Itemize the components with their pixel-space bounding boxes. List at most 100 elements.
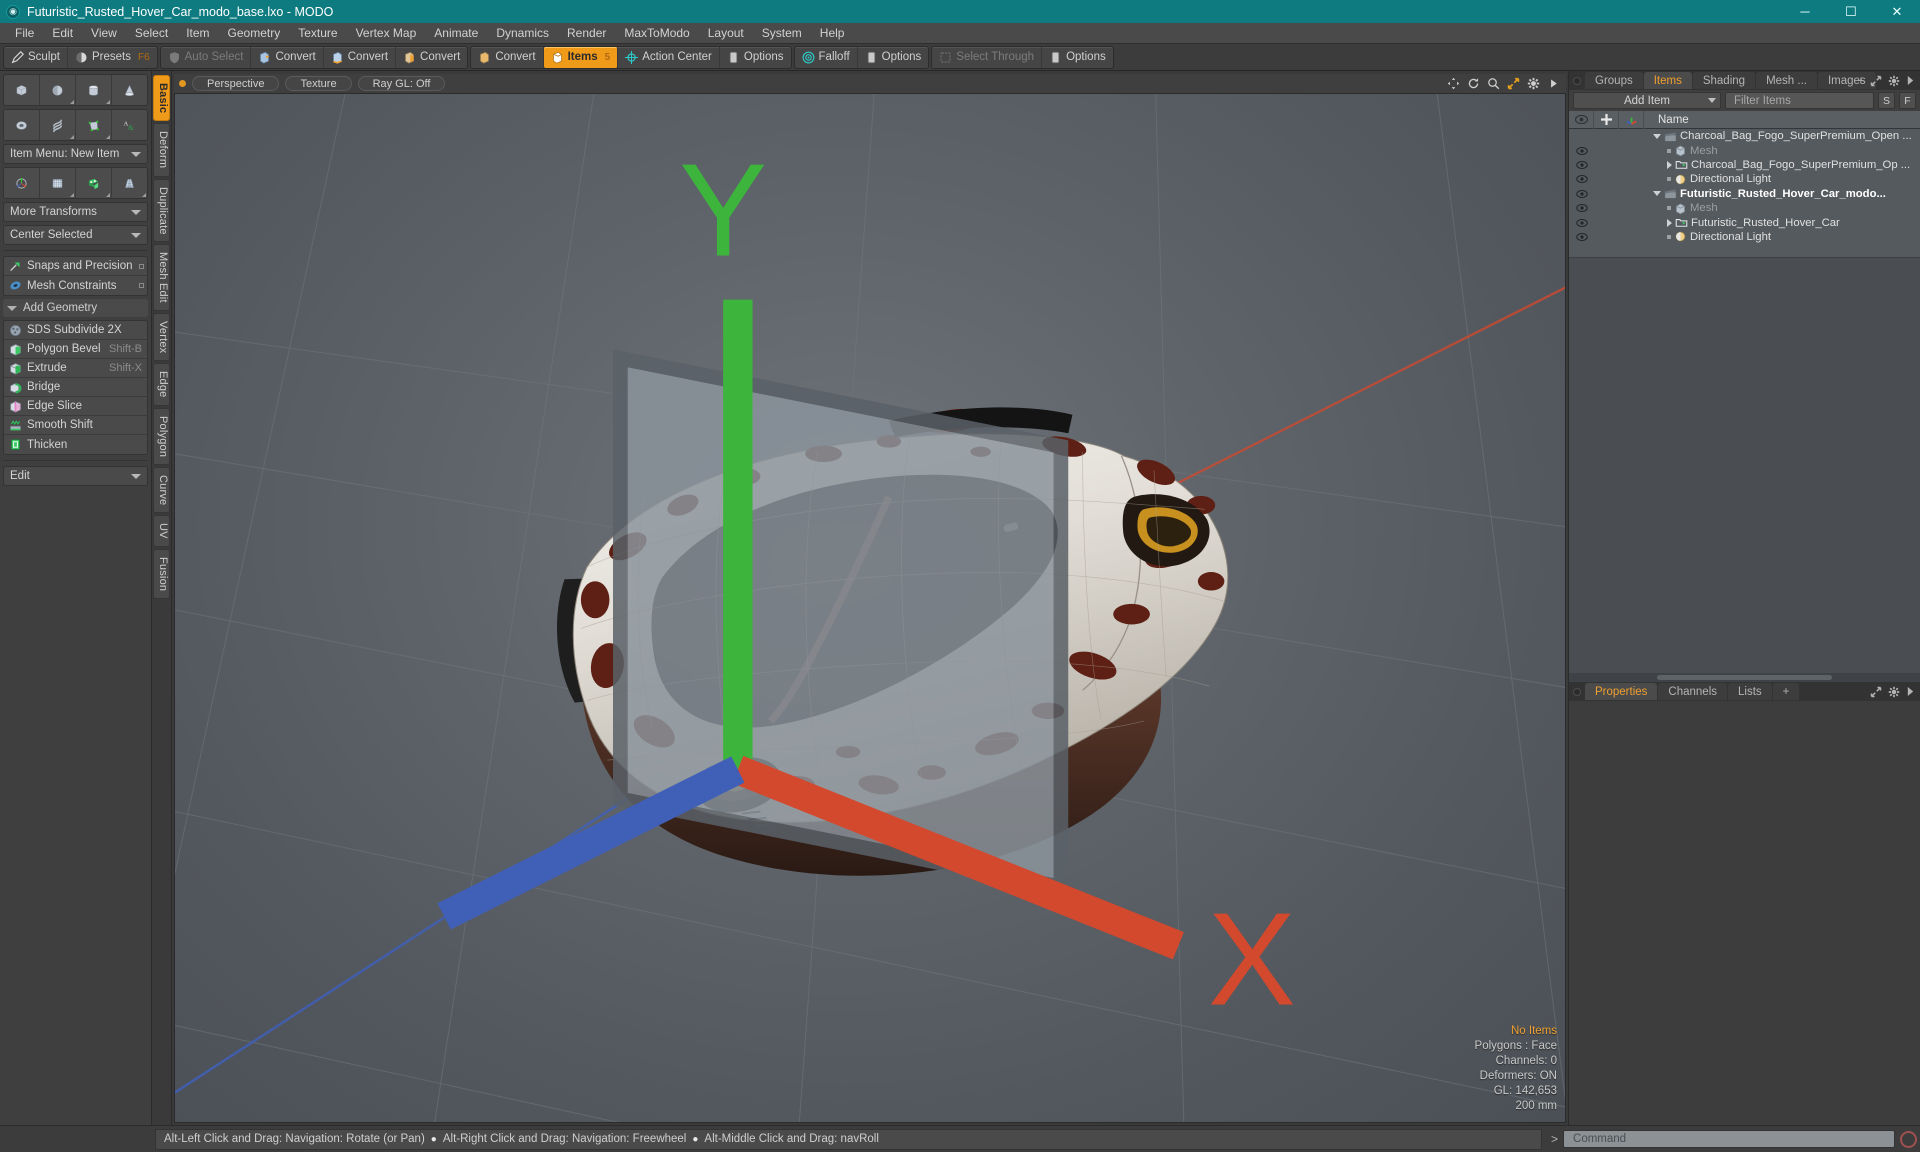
viewport-settings-gear-icon[interactable] <box>1527 77 1540 90</box>
panel-handle-icon[interactable] <box>1573 687 1581 696</box>
viewport-view-mode[interactable]: Perspective <box>192 76 280 91</box>
rotate-viewport-icon[interactable] <box>1467 77 1480 90</box>
panel-more-arrow-icon[interactable] <box>1906 75 1915 86</box>
cylinder-primitive-icon[interactable] <box>76 75 112 105</box>
add-geometry-section-header[interactable]: Add Geometry <box>3 299 148 317</box>
panel-settings-gear-icon[interactable] <box>1888 686 1900 698</box>
toolbar-convert-button[interactable]: Convert <box>324 46 397 68</box>
row-lock-cell[interactable] <box>1594 187 1619 201</box>
center-selected-dropdown[interactable]: Center Selected <box>3 225 148 245</box>
toggle-snaps-and-precision[interactable]: Snaps and Precision <box>4 257 147 276</box>
tab-mesh[interactable]: Mesh ... <box>1756 72 1817 89</box>
menu-item-geometry[interactable]: Geometry <box>219 23 290 44</box>
filter-s-button[interactable]: S <box>1878 92 1895 109</box>
panel-settings-gear-icon[interactable] <box>1888 75 1900 87</box>
transform-gizmo-icon[interactable] <box>4 168 40 198</box>
panel-more-arrow-icon[interactable] <box>1906 686 1915 697</box>
panel-handle-icon[interactable] <box>1573 76 1581 85</box>
tree-row[interactable]: Futuristic_Rusted_Hover_Car <box>1569 215 1920 229</box>
tab-lists[interactable]: Lists <box>1728 683 1772 700</box>
menu-item-item[interactable]: Item <box>177 23 218 44</box>
tree-row[interactable]: Directional Light <box>1569 230 1920 244</box>
tool-edge-slice[interactable]: Edge Slice <box>4 397 147 416</box>
torus-primitive-icon[interactable] <box>4 110 40 140</box>
fit-panel-icon[interactable] <box>1870 686 1882 698</box>
row-lock-cell[interactable] <box>1594 215 1619 229</box>
tab-properties[interactable]: Properties <box>1585 683 1658 700</box>
toolbar-options-button[interactable]: Options <box>858 47 929 68</box>
toolbar-items-button[interactable]: Items 5 <box>543 46 619 68</box>
row-axis-cell[interactable] <box>1619 158 1644 172</box>
row-visibility-toggle[interactable] <box>1569 230 1594 244</box>
vtab-deform[interactable]: Deform <box>153 123 170 177</box>
viewport-axis-gizmo[interactable]: Y X <box>175 94 1565 1122</box>
tool-polygon-bevel[interactable]: Polygon Bevel Shift-B <box>4 340 147 359</box>
tool-sds-subdivide-2x[interactable]: SDS Subdivide 2X <box>4 321 147 340</box>
menu-item-file[interactable]: File <box>6 23 43 44</box>
toolbar-options-button[interactable]: Options <box>1042 47 1113 68</box>
viewport-3d-canvas[interactable]: Y X No Items Polygons : Face Channels: 0… <box>174 93 1566 1123</box>
row-lock-cell[interactable] <box>1594 230 1619 244</box>
toolbar-presets-button[interactable]: Presets F6 <box>68 47 157 68</box>
close-button[interactable]: ✕ <box>1874 0 1920 23</box>
toolbar-falloff-button[interactable]: Falloff <box>795 46 858 68</box>
command-input[interactable]: Command <box>1563 1130 1895 1148</box>
tree-collapse-icon[interactable] <box>1667 160 1672 169</box>
filter-items-input[interactable]: Filter Items <box>1724 92 1874 109</box>
fit-panel-icon[interactable] <box>1870 75 1882 87</box>
menu-item-vertex-map[interactable]: Vertex Map <box>347 23 426 44</box>
tab-shading[interactable]: Shading <box>1692 72 1756 89</box>
tab-channels[interactable]: Channels <box>1658 683 1728 700</box>
vtab-uv[interactable]: UV <box>153 515 170 548</box>
row-axis-cell[interactable] <box>1619 172 1644 186</box>
more-transforms-dropdown[interactable]: More Transforms <box>3 202 148 222</box>
menu-item-dynamics[interactable]: Dynamics <box>487 23 558 44</box>
row-axis-cell[interactable] <box>1619 215 1644 229</box>
tree-row[interactable]: Charcoal_Bag_Fogo_SuperPremium_Open ... <box>1569 129 1920 143</box>
tree-row[interactable]: Directional Light <box>1569 172 1920 186</box>
vtab-edge[interactable]: Edge <box>153 363 170 406</box>
viewport-raygl-toggle[interactable]: Ray GL: Off <box>357 76 446 91</box>
toolbar-sculpt-button[interactable]: Sculpt <box>4 46 68 68</box>
row-visibility-toggle[interactable] <box>1569 158 1594 172</box>
maximize-button[interactable]: ☐ <box>1828 0 1874 23</box>
row-axis-cell[interactable] <box>1619 129 1644 143</box>
menu-item-texture[interactable]: Texture <box>289 23 346 44</box>
row-visibility-toggle[interactable] <box>1569 201 1594 215</box>
menu-item-help[interactable]: Help <box>811 23 854 44</box>
taper-icon[interactable] <box>112 168 147 198</box>
tool-bridge[interactable]: Bridge <box>4 378 147 397</box>
text-tool-icon[interactable]: A & <box>112 110 147 140</box>
item-tree[interactable]: Charcoal_Bag_Fogo_SuperPremium_Open ... M… <box>1569 129 1920 257</box>
tree-horizontal-scrollbar[interactable] <box>1569 673 1920 682</box>
tree-row[interactable]: Mesh <box>1569 201 1920 215</box>
bend-grid-icon[interactable] <box>40 168 76 198</box>
toolbar-convert-button[interactable]: Convert <box>251 46 324 68</box>
add-item-button[interactable]: Add Item <box>1573 92 1721 109</box>
tool-smooth-shift[interactable]: Smooth Shift <box>4 416 147 435</box>
viewport-more-arrow-icon[interactable] <box>1547 77 1560 90</box>
checker-deform-icon[interactable] <box>76 168 112 198</box>
row-axis-cell[interactable] <box>1619 143 1644 157</box>
filter-f-button[interactable]: F <box>1899 92 1916 109</box>
row-visibility-toggle[interactable] <box>1569 129 1594 143</box>
row-visibility-toggle[interactable] <box>1569 172 1594 186</box>
menu-item-edit[interactable]: Edit <box>43 23 82 44</box>
menu-item-layout[interactable]: Layout <box>699 23 753 44</box>
row-lock-cell[interactable] <box>1594 143 1619 157</box>
menu-item-view[interactable]: View <box>82 23 126 44</box>
row-visibility-toggle[interactable] <box>1569 187 1594 201</box>
row-visibility-toggle[interactable] <box>1569 143 1594 157</box>
row-lock-cell[interactable] <box>1594 172 1619 186</box>
vtab-polygon[interactable]: Polygon <box>153 407 170 466</box>
tab-groups[interactable]: Groups <box>1585 72 1643 89</box>
command-record-icon[interactable] <box>1900 1130 1917 1148</box>
edit-dropdown[interactable]: Edit <box>3 466 148 486</box>
vtab-basic[interactable]: Basic <box>153 75 170 122</box>
tool-extrude[interactable]: Extrude Shift-X <box>4 359 147 378</box>
row-axis-cell[interactable] <box>1619 201 1644 215</box>
menu-item-system[interactable]: System <box>753 23 811 44</box>
tab-items[interactable]: Items <box>1643 72 1692 89</box>
tree-row[interactable]: Mesh <box>1569 143 1920 157</box>
helix-primitive-icon[interactable] <box>40 110 76 140</box>
